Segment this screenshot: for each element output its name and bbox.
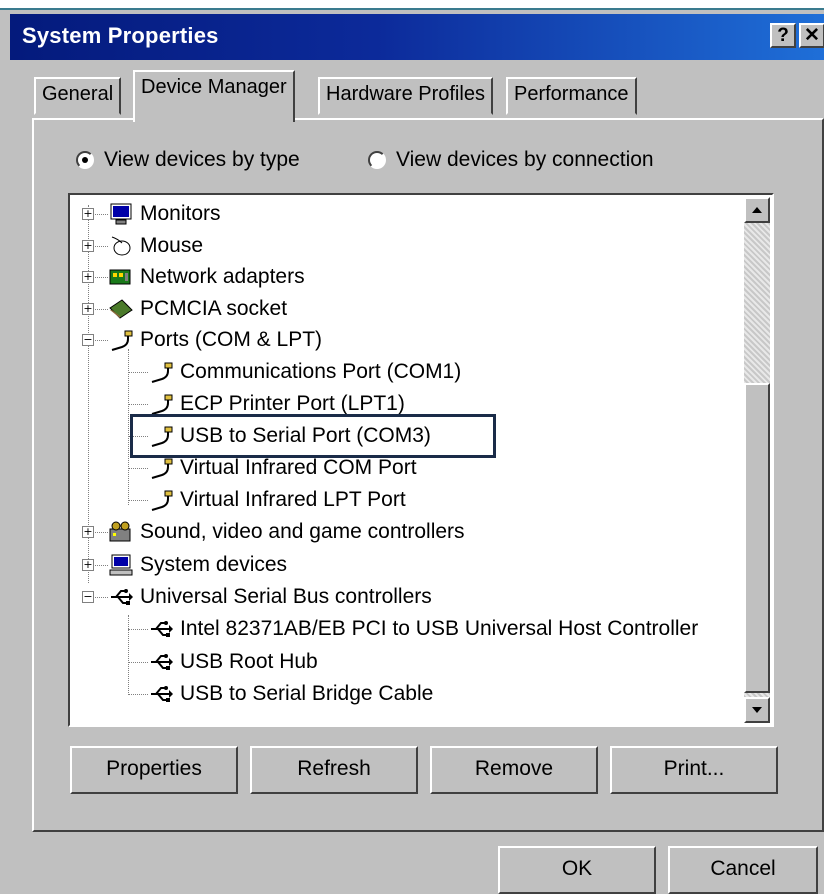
tree-line [128, 662, 148, 663]
tree-item-label: USB to Serial Bridge Cable [180, 682, 434, 705]
tree-line [128, 694, 148, 695]
expand-icon[interactable]: + [82, 526, 94, 538]
tree-item-label: System devices [140, 553, 288, 576]
expand-icon[interactable]: + [82, 240, 94, 252]
tree-item-label: Intel 82371AB/EB PCI to USB Universal Ho… [180, 617, 699, 640]
tree-device-item[interactable]: Communications Port (COM1) [148, 357, 461, 387]
collapse-icon[interactable]: − [82, 334, 94, 346]
tree-item-label: Communications Port (COM1) [180, 360, 462, 383]
tree-category-item[interactable]: Mouse [108, 231, 203, 261]
port-icon [148, 489, 174, 511]
vertical-scrollbar[interactable] [744, 197, 770, 723]
port-icon [148, 393, 174, 415]
view-by-connection-label: View devices by connection [396, 148, 654, 171]
radio-selected-indicator [76, 151, 94, 169]
tree-item-label: Virtual Infrared LPT Port [180, 488, 406, 511]
tab-performance[interactable]: Performance [506, 77, 637, 115]
tree-category-item[interactable]: Network adapters [108, 262, 305, 292]
selection-highlight-box [130, 414, 496, 458]
tree-item-label: Sound, video and game controllers [140, 520, 465, 543]
tab-strip: General Device Manager Hardware Profiles… [0, 60, 824, 122]
sound-icon [108, 521, 134, 543]
tree-category-item[interactable]: Ports (COM & LPT) [108, 325, 322, 355]
arrow-down-icon [752, 707, 762, 713]
tree-item-label: USB Root Hub [180, 650, 318, 673]
tree-line [128, 615, 129, 695]
tree-item-label: Ports (COM & LPT) [140, 328, 323, 351]
tab-device-manager[interactable]: Device Manager [133, 70, 295, 122]
network-card-icon [108, 266, 134, 288]
monitor-icon [108, 203, 134, 225]
title-bar: System Properties ? ✕ [10, 14, 824, 60]
expand-icon[interactable]: + [82, 303, 94, 315]
refresh-button[interactable]: Refresh [250, 746, 418, 794]
tree-category-item[interactable]: Sound, video and game controllers [108, 517, 465, 547]
device-tree[interactable]: + Monitors + Mouse + Network adapters + PCMCIA … [68, 193, 774, 727]
tree-item-label: Monitors [140, 202, 221, 225]
port-icon [108, 329, 134, 351]
tree-item-label: PCMCIA socket [140, 297, 288, 320]
view-by-connection-radio[interactable]: View devices by connection [368, 148, 654, 172]
help-button[interactable]: ? [770, 23, 796, 48]
tree-line [128, 372, 148, 373]
view-by-type-label: View devices by type [104, 148, 300, 171]
computer-icon [108, 554, 134, 576]
tree-category-item[interactable]: Universal Serial Bus controllers [108, 582, 432, 612]
close-button[interactable]: ✕ [799, 23, 824, 48]
usb-icon [148, 651, 174, 673]
port-icon [148, 361, 174, 383]
port-icon [148, 457, 174, 479]
top-strip [0, 0, 824, 10]
tree-line [128, 500, 148, 501]
pcmcia-icon [108, 298, 134, 320]
window-title: System Properties [22, 23, 219, 48]
scroll-down-button[interactable] [744, 697, 770, 723]
tree-device-item[interactable]: Intel 82371AB/EB PCI to USB Universal Ho… [148, 614, 698, 644]
scroll-thumb[interactable] [744, 383, 770, 693]
tree-category-item[interactable]: PCMCIA socket [108, 294, 287, 324]
tree-line [128, 404, 148, 405]
mouse-icon [108, 235, 134, 257]
tree-line [128, 629, 148, 630]
tree-category-item[interactable]: System devices [108, 550, 287, 580]
expand-icon[interactable]: + [82, 559, 94, 571]
ok-button[interactable]: OK [498, 846, 656, 894]
tree-item-label: Universal Serial Bus controllers [140, 585, 432, 608]
tab-general[interactable]: General [34, 77, 122, 115]
usb-icon [148, 683, 174, 705]
expand-icon[interactable]: + [82, 271, 94, 283]
arrow-up-icon [752, 207, 762, 213]
tree-device-item[interactable]: USB to Serial Bridge Cable [148, 679, 433, 709]
print-button[interactable]: Print... [610, 746, 778, 794]
tree-device-item[interactable]: Virtual Infrared LPT Port [148, 485, 406, 515]
radio-unselected-indicator [368, 151, 386, 169]
tree-device-item[interactable]: USB Root Hub [148, 647, 318, 677]
view-by-type-radio[interactable]: View devices by type [76, 148, 300, 172]
tree-item-label: Mouse [140, 234, 204, 257]
tab-hardware-profiles[interactable]: Hardware Profiles [318, 77, 493, 115]
tree-item-label: Network adapters [140, 265, 305, 288]
remove-button[interactable]: Remove [430, 746, 598, 794]
scroll-up-button[interactable] [744, 197, 770, 223]
collapse-icon[interactable]: − [82, 591, 94, 603]
usb-icon [148, 618, 174, 640]
usb-icon [108, 586, 134, 608]
properties-button[interactable]: Properties [70, 746, 238, 794]
expand-icon[interactable]: + [82, 208, 94, 220]
tree-category-item[interactable]: Monitors [108, 199, 221, 229]
tree-line [128, 468, 148, 469]
cancel-button[interactable]: Cancel [668, 846, 818, 894]
